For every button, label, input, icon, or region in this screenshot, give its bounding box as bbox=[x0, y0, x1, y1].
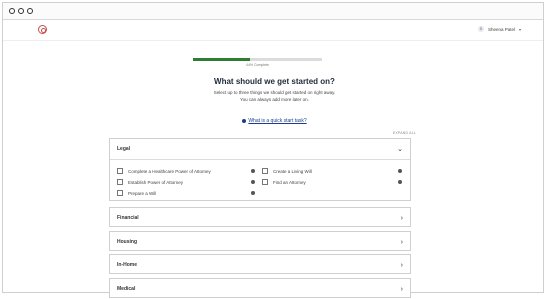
window-control-maximize[interactable] bbox=[27, 8, 33, 14]
chevron-down-icon: ⌄ bbox=[397, 145, 403, 153]
option-establish-poa[interactable]: Establish Power of Attorney bbox=[117, 179, 183, 185]
avatar: S bbox=[477, 26, 484, 32]
info-icon bbox=[242, 118, 247, 123]
quick-start-link-label: What is a quick start task? bbox=[248, 118, 307, 124]
info-icon[interactable] bbox=[398, 180, 402, 184]
section-housing-title: Housing bbox=[117, 239, 137, 245]
section-legal-header[interactable]: Legal ⌄ bbox=[110, 139, 410, 160]
checkbox[interactable] bbox=[262, 179, 268, 185]
option-label: Find an Attorney bbox=[273, 179, 306, 185]
option-healthcare-poa[interactable]: Complete a Healthcare Power of Attorney bbox=[117, 168, 211, 174]
circle-logo-icon[interactable] bbox=[38, 25, 47, 34]
user-name: Sheena Patel bbox=[487, 26, 515, 32]
window-control-close[interactable] bbox=[9, 8, 15, 14]
chevron-right-icon: › bbox=[400, 214, 403, 222]
progress-fill bbox=[193, 58, 250, 61]
progress-bar: 44% Complete bbox=[193, 58, 322, 67]
checkbox[interactable] bbox=[262, 168, 268, 174]
option-prepare-will[interactable]: Prepare a Will bbox=[117, 190, 156, 196]
option-living-will[interactable]: Create a Living Will bbox=[262, 168, 312, 174]
section-legal-title: Legal bbox=[117, 146, 131, 152]
quick-start-link[interactable]: What is a quick start task? bbox=[0, 118, 549, 124]
page-title: What should we get started on? bbox=[214, 77, 335, 86]
section-inhome-title: In-Home bbox=[117, 262, 137, 268]
expand-all-button[interactable]: EXPAND ALL bbox=[393, 131, 416, 135]
section-medical-header[interactable]: Medical › bbox=[110, 279, 410, 299]
section-legal: Legal ⌄ Complete a Healthcare Power of A… bbox=[109, 138, 411, 201]
checkbox[interactable] bbox=[117, 179, 123, 185]
option-label: Establish Power of Attorney bbox=[128, 179, 184, 185]
section-financial[interactable]: Financial › bbox=[109, 207, 411, 227]
user-menu[interactable]: S Sheena Patel ▾ bbox=[477, 26, 521, 32]
chevron-right-icon: › bbox=[400, 238, 403, 246]
info-icon[interactable] bbox=[398, 169, 402, 173]
chevron-right-icon: › bbox=[400, 285, 403, 293]
option-label: Create a Living Will bbox=[273, 168, 312, 174]
page-subtitle-2: You can always add more later on. bbox=[240, 97, 309, 102]
window-control-minimize[interactable] bbox=[18, 8, 24, 14]
window-titlebar bbox=[3, 3, 543, 20]
checkbox[interactable] bbox=[117, 190, 123, 196]
section-housing[interactable]: Housing › bbox=[109, 231, 411, 251]
info-icon[interactable] bbox=[251, 180, 255, 184]
option-label: Complete a Healthcare Power of Attorney bbox=[128, 168, 211, 174]
chevron-down-icon: ▾ bbox=[518, 26, 521, 32]
info-icon[interactable] bbox=[251, 191, 255, 195]
page-subtitle-1: Select up to three things we should get … bbox=[213, 90, 336, 95]
chevron-right-icon: › bbox=[400, 261, 403, 269]
app-header: S Sheena Patel ▾ bbox=[3, 20, 543, 41]
section-financial-title: Financial bbox=[117, 215, 139, 221]
section-medical-title: Medical bbox=[117, 286, 136, 292]
progress-track bbox=[193, 58, 322, 61]
section-housing-header[interactable]: Housing › bbox=[110, 232, 410, 252]
info-icon[interactable] bbox=[251, 169, 255, 173]
section-inhome[interactable]: In-Home › bbox=[109, 254, 411, 274]
option-label: Prepare a Will bbox=[128, 190, 157, 196]
section-financial-header[interactable]: Financial › bbox=[110, 208, 410, 228]
section-medical[interactable]: Medical › bbox=[109, 278, 411, 298]
progress-label: 44% Complete bbox=[246, 63, 269, 67]
checkbox[interactable] bbox=[117, 168, 123, 174]
option-find-attorney[interactable]: Find an Attorney bbox=[262, 179, 306, 185]
section-inhome-header[interactable]: In-Home › bbox=[110, 255, 410, 275]
